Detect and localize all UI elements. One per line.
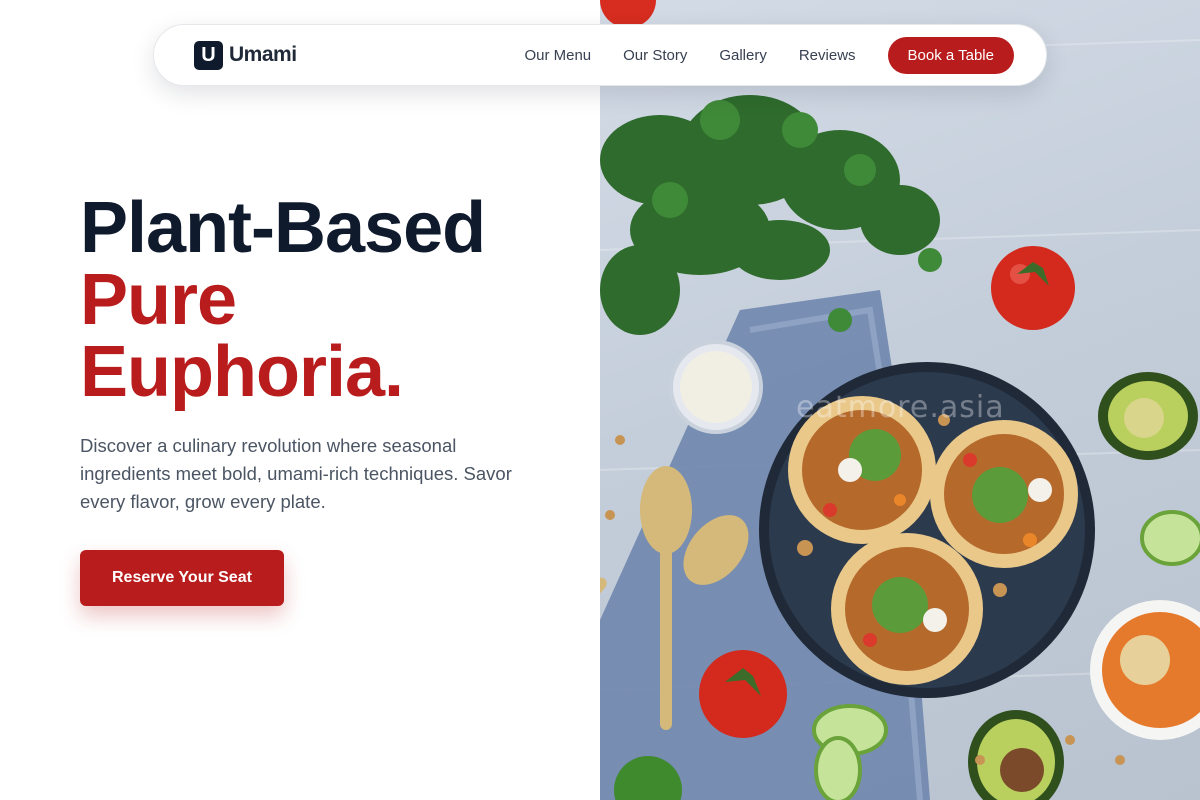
nav-links: Our Menu Our Story Gallery Reviews Book … — [524, 36, 1014, 74]
headline-line-1: Plant-Based — [80, 188, 486, 268]
brand-name: Umami — [229, 43, 297, 66]
headline-line-2: Pure — [80, 260, 237, 340]
nav-link-our-menu[interactable]: Our Menu — [524, 47, 591, 64]
hero-headline: Plant-Based Pure Euphoria. — [80, 192, 540, 408]
tomato — [991, 246, 1075, 330]
cilantro — [600, 95, 940, 335]
nav-link-reviews[interactable]: Reviews — [799, 47, 856, 64]
nav-link-our-story[interactable]: Our Story — [623, 47, 687, 64]
headline-line-3: Euphoria. — [80, 332, 404, 412]
reserve-seat-button[interactable]: Reserve Your Seat — [80, 550, 284, 606]
hero-section: Plant-Based Pure Euphoria. Discover a cu… — [80, 192, 540, 606]
hero-food-image: eatmore.asia — [600, 0, 1200, 800]
logo-mark-icon: U — [194, 40, 223, 70]
book-table-button[interactable]: Book a Table — [887, 36, 1014, 74]
brand-logo[interactable]: U Umami — [194, 40, 297, 70]
image-watermark: eatmore.asia — [796, 390, 1005, 425]
nav-link-gallery[interactable]: Gallery — [719, 47, 767, 64]
top-navbar: U Umami Our Menu Our Story Gallery Revie… — [153, 24, 1047, 86]
hero-description: Discover a culinary revolution where sea… — [80, 435, 512, 512]
